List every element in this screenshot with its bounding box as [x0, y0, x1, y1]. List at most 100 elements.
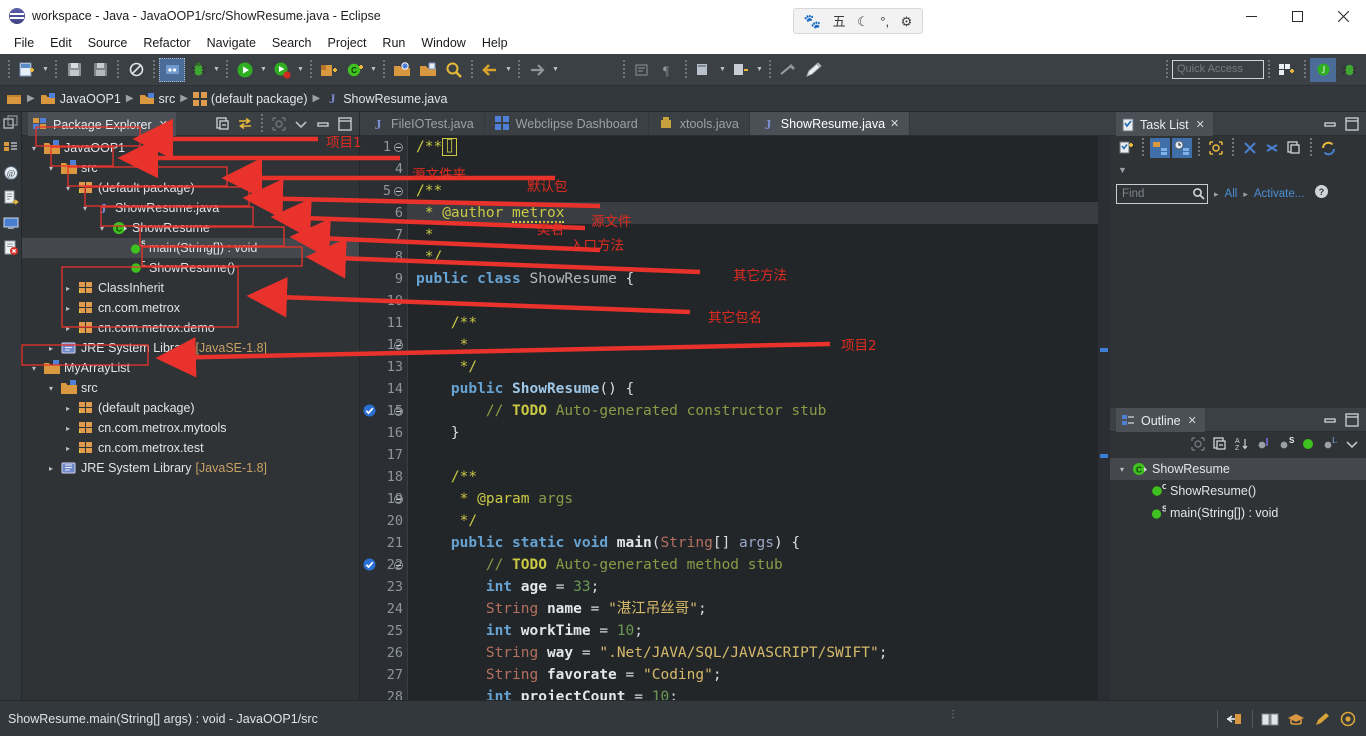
package-explorer-fastview-icon[interactable]: [2, 139, 20, 157]
minimize-button[interactable]: [1228, 0, 1274, 32]
editor-line-marker[interactable]: [360, 532, 378, 554]
editor-code-line[interactable]: }: [408, 422, 1110, 444]
expand-arrow-icon[interactable]: ▾: [45, 164, 57, 173]
collapse-arrow-icon[interactable]: ▸: [62, 444, 74, 453]
editor-line-marker[interactable]: [360, 202, 378, 224]
editor-line-marker[interactable]: [360, 224, 378, 246]
code-editor[interactable]: 1 4 5 6 7 8 9 10 11 12 13 14 15 16 17 18 19 20 21 22 23 24 25 2…: [360, 136, 1110, 705]
new-annotation-icon[interactable]: [691, 58, 717, 82]
debug-perspective-button-icon[interactable]: [1336, 58, 1362, 82]
collapse-all-tasks-icon[interactable]: [1262, 138, 1282, 158]
editor-code-line[interactable]: int workTime = 10;: [408, 620, 1110, 642]
java-perspective-icon[interactable]: J: [1310, 57, 1336, 82]
externalize-dropdown-icon[interactable]: ▼: [754, 58, 765, 82]
restore-views-icon[interactable]: [2, 114, 20, 132]
new-wizard-icon[interactable]: [14, 58, 40, 82]
minimize-view-icon[interactable]: [1320, 114, 1340, 134]
forward-icon[interactable]: [524, 58, 550, 82]
collapse-arrow-icon[interactable]: ▸: [45, 464, 57, 473]
menu-refactor[interactable]: Refactor: [135, 34, 198, 52]
collapse-arrow-icon[interactable]: ▸: [62, 324, 74, 333]
editor-line-marker[interactable]: [360, 620, 378, 642]
tree-row[interactable]: ▾ (default package): [22, 178, 359, 198]
editor-overview-ruler[interactable]: [1098, 136, 1110, 700]
editor-line-marker[interactable]: [360, 554, 378, 576]
editor-line-marker[interactable]: [360, 136, 378, 158]
editor-line-marker[interactable]: [360, 158, 378, 180]
javadoc-fastview-icon[interactable]: @: [2, 164, 20, 182]
editor-line-marker[interactable]: [360, 290, 378, 312]
menu-search[interactable]: Search: [264, 34, 320, 52]
pencil-icon[interactable]: [801, 58, 827, 82]
editor-code-line[interactable]: *: [408, 334, 1110, 356]
new-class-icon[interactable]: C: [342, 58, 368, 82]
open-folder-status-icon[interactable]: [1223, 708, 1247, 730]
collapse-all-outline-icon[interactable]: [1210, 434, 1230, 454]
open-resource-icon[interactable]: [415, 58, 441, 82]
tree-row[interactable]: ▸ cn.com.metrox: [22, 298, 359, 318]
editor-code-line[interactable]: int age = 33;: [408, 576, 1110, 598]
editor-line-marker[interactable]: [360, 422, 378, 444]
package-explorer-tree[interactable]: ▾ JavaOOP1 ▾ src ▾ (default package) ▾ J ShowRes…: [22, 136, 359, 700]
collapse-arrow-icon[interactable]: ▸: [62, 304, 74, 313]
new-java-project-icon[interactable]: [316, 58, 342, 82]
task-activate-link[interactable]: Activate...: [1254, 188, 1305, 200]
editor-code-lines[interactable]: /** ⌷/** * @author metrox * */public clas…: [408, 136, 1110, 700]
close-icon[interactable]: ✕: [1196, 118, 1205, 131]
fold-toggle-icon[interactable]: [394, 187, 403, 196]
fold-toggle-icon[interactable]: [394, 143, 403, 152]
expand-arrow-icon[interactable]: ▾: [79, 204, 91, 213]
chevron-right-icon[interactable]: ▸: [1243, 189, 1248, 200]
moon-icon[interactable]: ☾: [857, 15, 869, 28]
run-last-dropdown-icon[interactable]: ▼: [295, 58, 306, 82]
breadcrumb-package[interactable]: (default package): [192, 91, 308, 106]
open-type-icon[interactable]: [389, 58, 415, 82]
breadcrumb-file[interactable]: J ShowResume.java: [325, 91, 447, 107]
chevron-right-icon[interactable]: ▸: [1214, 189, 1219, 200]
editor-code-line[interactable]: [408, 290, 1110, 312]
hide-local-types-icon[interactable]: L: [1320, 434, 1340, 454]
editor-line-marker[interactable]: [360, 598, 378, 620]
scheduled-mode-icon[interactable]: [1172, 138, 1192, 158]
back-dropdown-icon[interactable]: ▼: [503, 58, 514, 82]
editor-line-marker[interactable]: [360, 664, 378, 686]
debug-perspective-icon[interactable]: [159, 57, 185, 82]
package-explorer-tab[interactable]: Package Explorer ✕: [28, 111, 176, 136]
editor-code-line[interactable]: /** ⌷: [408, 136, 1110, 158]
tree-row[interactable]: ▸ cn.com.metrox.test: [22, 438, 359, 458]
show-whitespace-icon[interactable]: ¶: [655, 58, 681, 82]
tree-row[interactable]: Smain(String[]) : void: [22, 238, 359, 258]
breadcrumb-src[interactable]: src: [139, 92, 175, 106]
chevron-down-icon[interactable]: ▼: [1118, 165, 1127, 175]
minimize-view-icon[interactable]: [1320, 410, 1340, 430]
tree-row[interactable]: C ShowResume(): [22, 258, 359, 278]
editor-line-marker[interactable]: [360, 246, 378, 268]
tree-row[interactable]: ▾ JavaOOP1: [22, 138, 359, 158]
editor-line-marker[interactable]: [360, 378, 378, 400]
externalize-strings-icon[interactable]: [728, 58, 754, 82]
hide-static-icon[interactable]: S: [1276, 434, 1296, 454]
focus-on-workweek-icon[interactable]: [1206, 138, 1226, 158]
help-icon[interactable]: ?: [1314, 184, 1329, 204]
editor-code-line[interactable]: // TODO Auto-generated constructor stub: [408, 400, 1110, 422]
editor-line-marker[interactable]: [360, 334, 378, 356]
menu-window[interactable]: Window: [413, 34, 473, 52]
collapse-arrow-icon[interactable]: ▸: [62, 424, 74, 433]
new-wizard-dropdown-icon[interactable]: ▼: [40, 58, 51, 82]
expand-arrow-icon[interactable]: ▾: [1116, 465, 1128, 474]
editor-line-marker[interactable]: [360, 400, 378, 422]
expand-arrow-icon[interactable]: ▾: [28, 364, 40, 373]
sort-alphabetically-icon[interactable]: AZ: [1232, 434, 1252, 454]
editor-code-line[interactable]: String favorate = "Coding";: [408, 664, 1110, 686]
fold-toggle-icon[interactable]: [394, 341, 403, 350]
editor-code-line[interactable]: * @param args: [408, 488, 1110, 510]
outline-tree[interactable]: ▾ C ShowResume C ShowResume() Smain(String[])…: [1110, 456, 1366, 524]
baidu-paw-icon[interactable]: 🐾: [804, 14, 821, 28]
editor-code-line[interactable]: // TODO Auto-generated method stub: [408, 554, 1110, 576]
close-button[interactable]: [1320, 0, 1366, 32]
tree-row[interactable]: ▾ J ShowResume.java: [22, 198, 359, 218]
fold-toggle-icon[interactable]: [394, 495, 403, 504]
menu-run[interactable]: Run: [374, 34, 413, 52]
editor-code-line[interactable]: /**: [408, 466, 1110, 488]
menu-edit[interactable]: Edit: [42, 34, 80, 52]
